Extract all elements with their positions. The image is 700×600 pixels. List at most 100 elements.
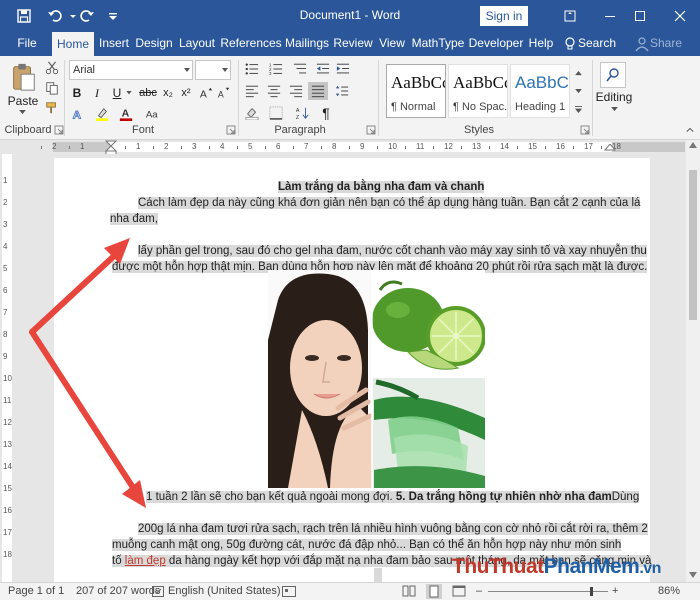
bold-button[interactable]: B [69, 84, 85, 102]
vertical-ruler-number: 8 [3, 330, 8, 339]
close-icon[interactable] [660, 0, 700, 32]
align-right-icon[interactable] [286, 82, 306, 100]
shading-icon[interactable] [242, 104, 262, 122]
format-painter-icon[interactable] [44, 100, 60, 116]
multilevel-list-icon[interactable] [290, 60, 310, 78]
font-launcher-icon[interactable] [226, 125, 236, 135]
grow-font-icon[interactable]: A [198, 84, 214, 102]
font-name-dropdown-icon[interactable] [184, 68, 190, 72]
show-formatting-marks-icon[interactable]: ¶ [316, 104, 336, 122]
styles-scroll-down-icon[interactable] [572, 82, 584, 100]
find-icon[interactable] [600, 62, 626, 88]
copy-icon[interactable] [44, 80, 60, 96]
bullets-icon[interactable] [242, 60, 262, 78]
style-sample: AaBbCcI [453, 73, 507, 92]
font-name-box[interactable]: Arial [69, 60, 193, 80]
tab-review[interactable]: Review [332, 32, 374, 56]
tab-help[interactable]: Help [526, 32, 556, 56]
clipboard-launcher-icon[interactable] [54, 125, 64, 135]
underline-dropdown-icon[interactable] [125, 84, 133, 102]
print-layout-icon[interactable] [426, 584, 442, 599]
styles-launcher-icon[interactable] [580, 125, 590, 135]
sign-in-button[interactable]: Sign in [480, 6, 528, 26]
italic-button[interactable]: I [89, 84, 105, 102]
tab-layout[interactable]: Layout [176, 32, 218, 56]
tab-mathtype[interactable]: MathType [410, 32, 466, 56]
align-left-icon[interactable] [242, 82, 262, 100]
strikethrough-button[interactable]: abc [138, 84, 158, 102]
horizontal-ruler[interactable]: 2 1 1 2 3 4 5 6 7 8 9 10 11 12 13 14 15 16 17 18 [0, 140, 700, 156]
decrease-indent-icon[interactable] [314, 60, 332, 78]
align-center-icon[interactable] [264, 82, 284, 100]
styles-scroll-up-icon[interactable] [572, 64, 584, 82]
paste-dropdown-icon[interactable] [17, 108, 27, 116]
window-title: Document1 - Word [299, 8, 401, 22]
language-indicator[interactable]: English (United States) [168, 585, 281, 597]
maximize-icon[interactable] [620, 0, 660, 32]
style-no-spacing[interactable]: AaBbCcI ¶ No Spac... [448, 64, 508, 118]
shrink-font-icon[interactable]: A [216, 84, 232, 102]
zoom-level[interactable]: 86% [658, 585, 680, 597]
undo-icon[interactable] [42, 0, 68, 32]
ribbon-display-options-icon[interactable] [550, 0, 590, 32]
redo-icon[interactable] [76, 0, 98, 32]
ruler-tick [545, 146, 546, 149]
share-button[interactable]: Share [650, 32, 682, 56]
read-mode-icon[interactable] [402, 585, 416, 598]
ruler-tick [321, 146, 322, 149]
tab-mailings[interactable]: Mailings [284, 32, 330, 56]
scroll-down-icon[interactable] [689, 572, 697, 578]
tab-view[interactable]: View [376, 32, 408, 56]
numbering-icon[interactable]: 123 [266, 60, 286, 78]
tell-me-search[interactable]: Search [578, 32, 616, 56]
save-icon[interactable] [12, 0, 36, 32]
tab-file[interactable]: File [12, 32, 42, 56]
underline-button[interactable]: U [109, 84, 125, 102]
vertical-ruler[interactable]: 1 2 3 4 5 6 7 8 9 10 11 12 13 14 15 16 17 18 [0, 154, 14, 582]
tab-design[interactable]: Design [134, 32, 174, 56]
superscript-button[interactable]: x² [178, 84, 194, 102]
proofing-icon[interactable] [152, 586, 164, 597]
line-spacing-icon[interactable] [332, 82, 352, 100]
font-color-icon[interactable]: A [116, 105, 136, 123]
macro-record-icon[interactable] [282, 586, 296, 597]
editing-dropdown-icon[interactable] [609, 105, 619, 113]
vertical-ruler-number: 6 [3, 286, 8, 295]
collapse-ribbon-icon[interactable] [684, 124, 696, 136]
justify-icon[interactable] [308, 82, 328, 100]
increase-indent-icon[interactable] [334, 60, 352, 78]
highlight-color-icon[interactable] [92, 105, 112, 123]
sort-icon[interactable]: AZ [292, 104, 312, 122]
borders-icon[interactable] [266, 104, 286, 122]
text-effects-icon[interactable]: A [69, 105, 87, 123]
tab-references[interactable]: References [220, 32, 282, 56]
styles-more-icon[interactable] [572, 100, 584, 118]
font-size-box[interactable] [195, 60, 231, 80]
cut-icon[interactable] [44, 60, 60, 76]
right-indent-marker[interactable] [604, 144, 616, 154]
paste-icon[interactable] [6, 60, 40, 94]
document-area[interactable]: Làm trắng da bằng nha đam và chanh Cách … [14, 154, 686, 582]
paragraph-launcher-icon[interactable] [366, 125, 376, 135]
font-size-dropdown-icon[interactable] [222, 68, 228, 72]
share-person-icon[interactable] [634, 36, 650, 52]
tab-insert[interactable]: Insert [96, 32, 132, 56]
page-count[interactable]: Page 1 of 1 [8, 585, 64, 597]
zoom-slider-thumb[interactable] [590, 587, 593, 596]
web-layout-icon[interactable] [452, 585, 466, 598]
tab-home[interactable]: Home [52, 32, 94, 56]
word-count[interactable]: 207 of 207 words [76, 585, 160, 597]
vertical-scrollbar[interactable] [686, 140, 700, 582]
editing-button[interactable]: Editing [592, 90, 636, 104]
subscript-button[interactable]: x₂ [160, 84, 176, 102]
tab-developer[interactable]: Developer [468, 32, 524, 56]
zoom-in-button[interactable]: + [612, 585, 618, 597]
paste-button[interactable]: Paste [4, 94, 42, 108]
clear-formatting-icon[interactable]: Aa [142, 105, 162, 123]
customize-toolbar-icon[interactable] [104, 0, 122, 32]
zoom-out-button[interactable]: – [476, 585, 482, 597]
style-normal[interactable]: AaBbCcI ¶ Normal [386, 64, 446, 118]
style-heading-1[interactable]: AaBbCc Heading 1 [510, 64, 570, 118]
scroll-up-icon[interactable] [689, 142, 697, 148]
scrollbar-thumb[interactable] [689, 170, 697, 320]
